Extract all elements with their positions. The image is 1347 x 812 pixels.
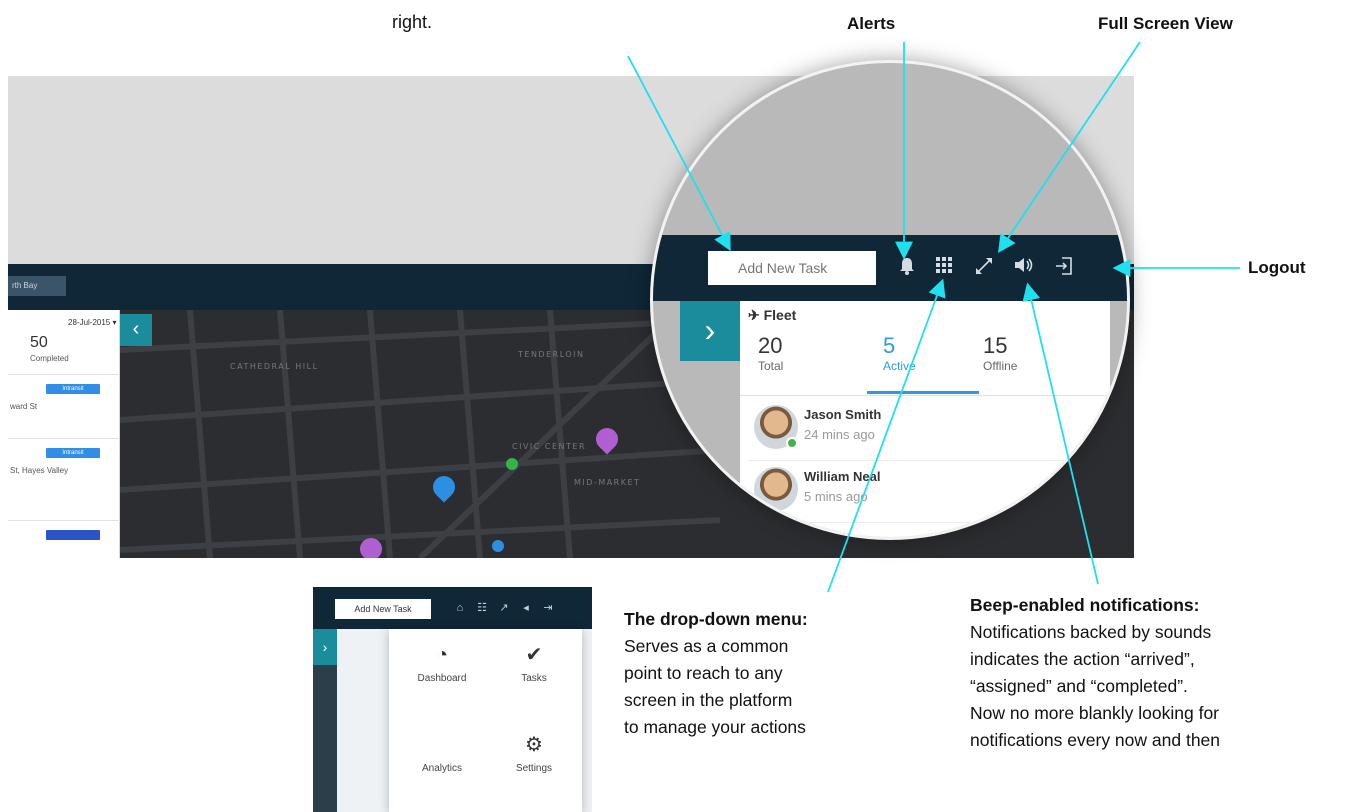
active-tab-indicator: [867, 391, 979, 394]
divider: [8, 520, 120, 521]
annotation-dropdown-line: screen in the platform: [624, 690, 793, 710]
annotation-dropdown-line: to manage your actions: [624, 717, 806, 737]
stat-active-value[interactable]: 5: [883, 333, 895, 359]
speaker-icon[interactable]: ◂: [519, 599, 533, 617]
stat-offline-label: Offline: [983, 359, 1018, 373]
zoomed-navbar: [653, 235, 1127, 301]
analytics-icon: [430, 733, 454, 757]
dropdown-menu: ◔ Dashboard ✔ Tasks Analytics ⚙ Settings: [389, 629, 582, 812]
map-district-label: MID-MARKET: [574, 478, 641, 487]
menu-item-analytics[interactable]: Analytics: [397, 721, 487, 801]
annotation-beep-line: “assigned” and “completed”.: [970, 676, 1188, 696]
menu-item-settings[interactable]: ⚙ Settings: [489, 721, 579, 801]
divider: [8, 438, 120, 439]
menu-item-label: Analytics: [421, 763, 462, 774]
status-badge: [46, 530, 100, 540]
stat-active-label: Active: [883, 359, 916, 373]
date-picker[interactable]: 28-Jul-2015 ▾: [68, 318, 117, 327]
fullscreen-icon[interactable]: [973, 257, 995, 279]
annotation-beep-line: notifications every now and then: [970, 730, 1221, 750]
menu-item-label: Dashboard: [417, 673, 467, 684]
menu-item-tasks[interactable]: ✔ Tasks: [489, 631, 579, 711]
magnifier-zoom: › ✈ Fleet 20 Total 5 Active 15 Offline J…: [650, 60, 1130, 540]
annotation-beep-line: indicates the action “arrived”,: [970, 649, 1195, 669]
online-status-icon: [786, 437, 798, 449]
status-badge: Intransit: [46, 448, 100, 458]
add-new-task-input[interactable]: [708, 251, 876, 285]
task-address[interactable]: ward St: [10, 402, 37, 411]
hub-selector[interactable]: rth Bay: [8, 276, 66, 296]
annotation-full-screen: Full Screen View: [1098, 14, 1233, 33]
expand-panel-button[interactable]: ›: [680, 301, 740, 361]
stat-offline-value[interactable]: 15: [983, 333, 1007, 359]
driver-dot-icon[interactable]: [492, 540, 504, 552]
annotation-beep-line: Now no more blankly looking for: [970, 703, 1220, 723]
expand-panel-button[interactable]: ›: [313, 629, 337, 665]
fleet-title: ✈ Fleet: [748, 307, 797, 323]
menu-item-label: Settings: [515, 763, 553, 774]
collapse-panel-button[interactable]: ‹: [120, 314, 152, 346]
annotation-dropdown-title: The drop-down menu:: [624, 609, 808, 629]
driver-dot-icon[interactable]: [506, 458, 518, 470]
driver-name: Jason Smith: [804, 407, 882, 422]
menu-item-label: Tasks: [521, 673, 547, 684]
completed-count: 50: [30, 334, 48, 351]
driver-last-seen: 24 mins ago: [804, 427, 875, 442]
map-district-label: TENDERLOIN: [518, 350, 585, 359]
driver-name: William Neal: [804, 469, 881, 484]
logout-icon[interactable]: [1053, 257, 1075, 279]
grid-menu-icon[interactable]: [933, 257, 955, 279]
bell-icon[interactable]: ⌂: [453, 599, 467, 617]
speaker-icon[interactable]: [1013, 257, 1035, 279]
driver-list-item[interactable]: William Neal 5 mins ago: [748, 461, 1108, 523]
status-badge: Intransit: [46, 384, 100, 394]
annotation-beep-line: Notifications backed by sounds: [970, 622, 1212, 642]
driver-list-item[interactable]: Jason Smith 24 mins ago: [748, 399, 1108, 461]
stat-total-label: Total: [758, 359, 784, 373]
annotation-alerts: Alerts: [847, 14, 896, 33]
dropdown-screenshot: Add New Task ⌂ ☷ ↗ ◂ ⇥ › ◔ Dashboard ✔ T…: [313, 587, 592, 812]
annotation-dropdown-line: point to reach to any: [624, 663, 783, 683]
bell-icon[interactable]: [896, 257, 918, 279]
driver-last-seen: 5 mins ago: [804, 489, 868, 504]
menu-item-dashboard[interactable]: ◔ Dashboard: [397, 631, 487, 711]
stat-total-value[interactable]: 20: [758, 333, 782, 359]
annotation-beep-title: Beep-enabled notifications:: [970, 595, 1200, 615]
annotation-dropdown-line: Serves as a common: [624, 636, 789, 656]
annotation-beep: Beep-enabled notifications: Notification…: [970, 592, 1220, 754]
task-list-panel: 28-Jul-2015 ▾ 50 Completed Intransit war…: [8, 310, 120, 558]
divider: [740, 395, 1110, 396]
fullscreen-icon[interactable]: ↗: [497, 599, 511, 617]
logout-icon[interactable]: ⇥: [541, 599, 555, 617]
map-district-label: CATHEDRAL HILL: [230, 362, 319, 371]
annotation-top-text: right.: [392, 12, 433, 32]
gear-icon: ⚙: [525, 734, 543, 756]
dashboard-icon: ◔: [435, 644, 449, 666]
fleet-panel: ✈ Fleet 20 Total 5 Active 15 Offline Jas…: [740, 301, 1110, 537]
divider: [8, 374, 120, 375]
completed-label: Completed: [30, 354, 69, 363]
inset-navbar: Add New Task ⌂ ☷ ↗ ◂ ⇥: [313, 587, 592, 629]
annotation-dropdown: The drop-down menu: Serves as a common p…: [624, 606, 808, 741]
avatar: [754, 467, 798, 511]
grid-menu-icon[interactable]: ☷: [475, 599, 489, 617]
task-address[interactable]: St, Hayes Valley: [10, 466, 68, 475]
map-district-label: CIVIC CENTER: [512, 442, 587, 451]
annotation-logout: Logout: [1248, 258, 1306, 277]
add-new-task-button[interactable]: Add New Task: [335, 599, 431, 619]
check-circle-icon: ✔: [525, 644, 543, 666]
